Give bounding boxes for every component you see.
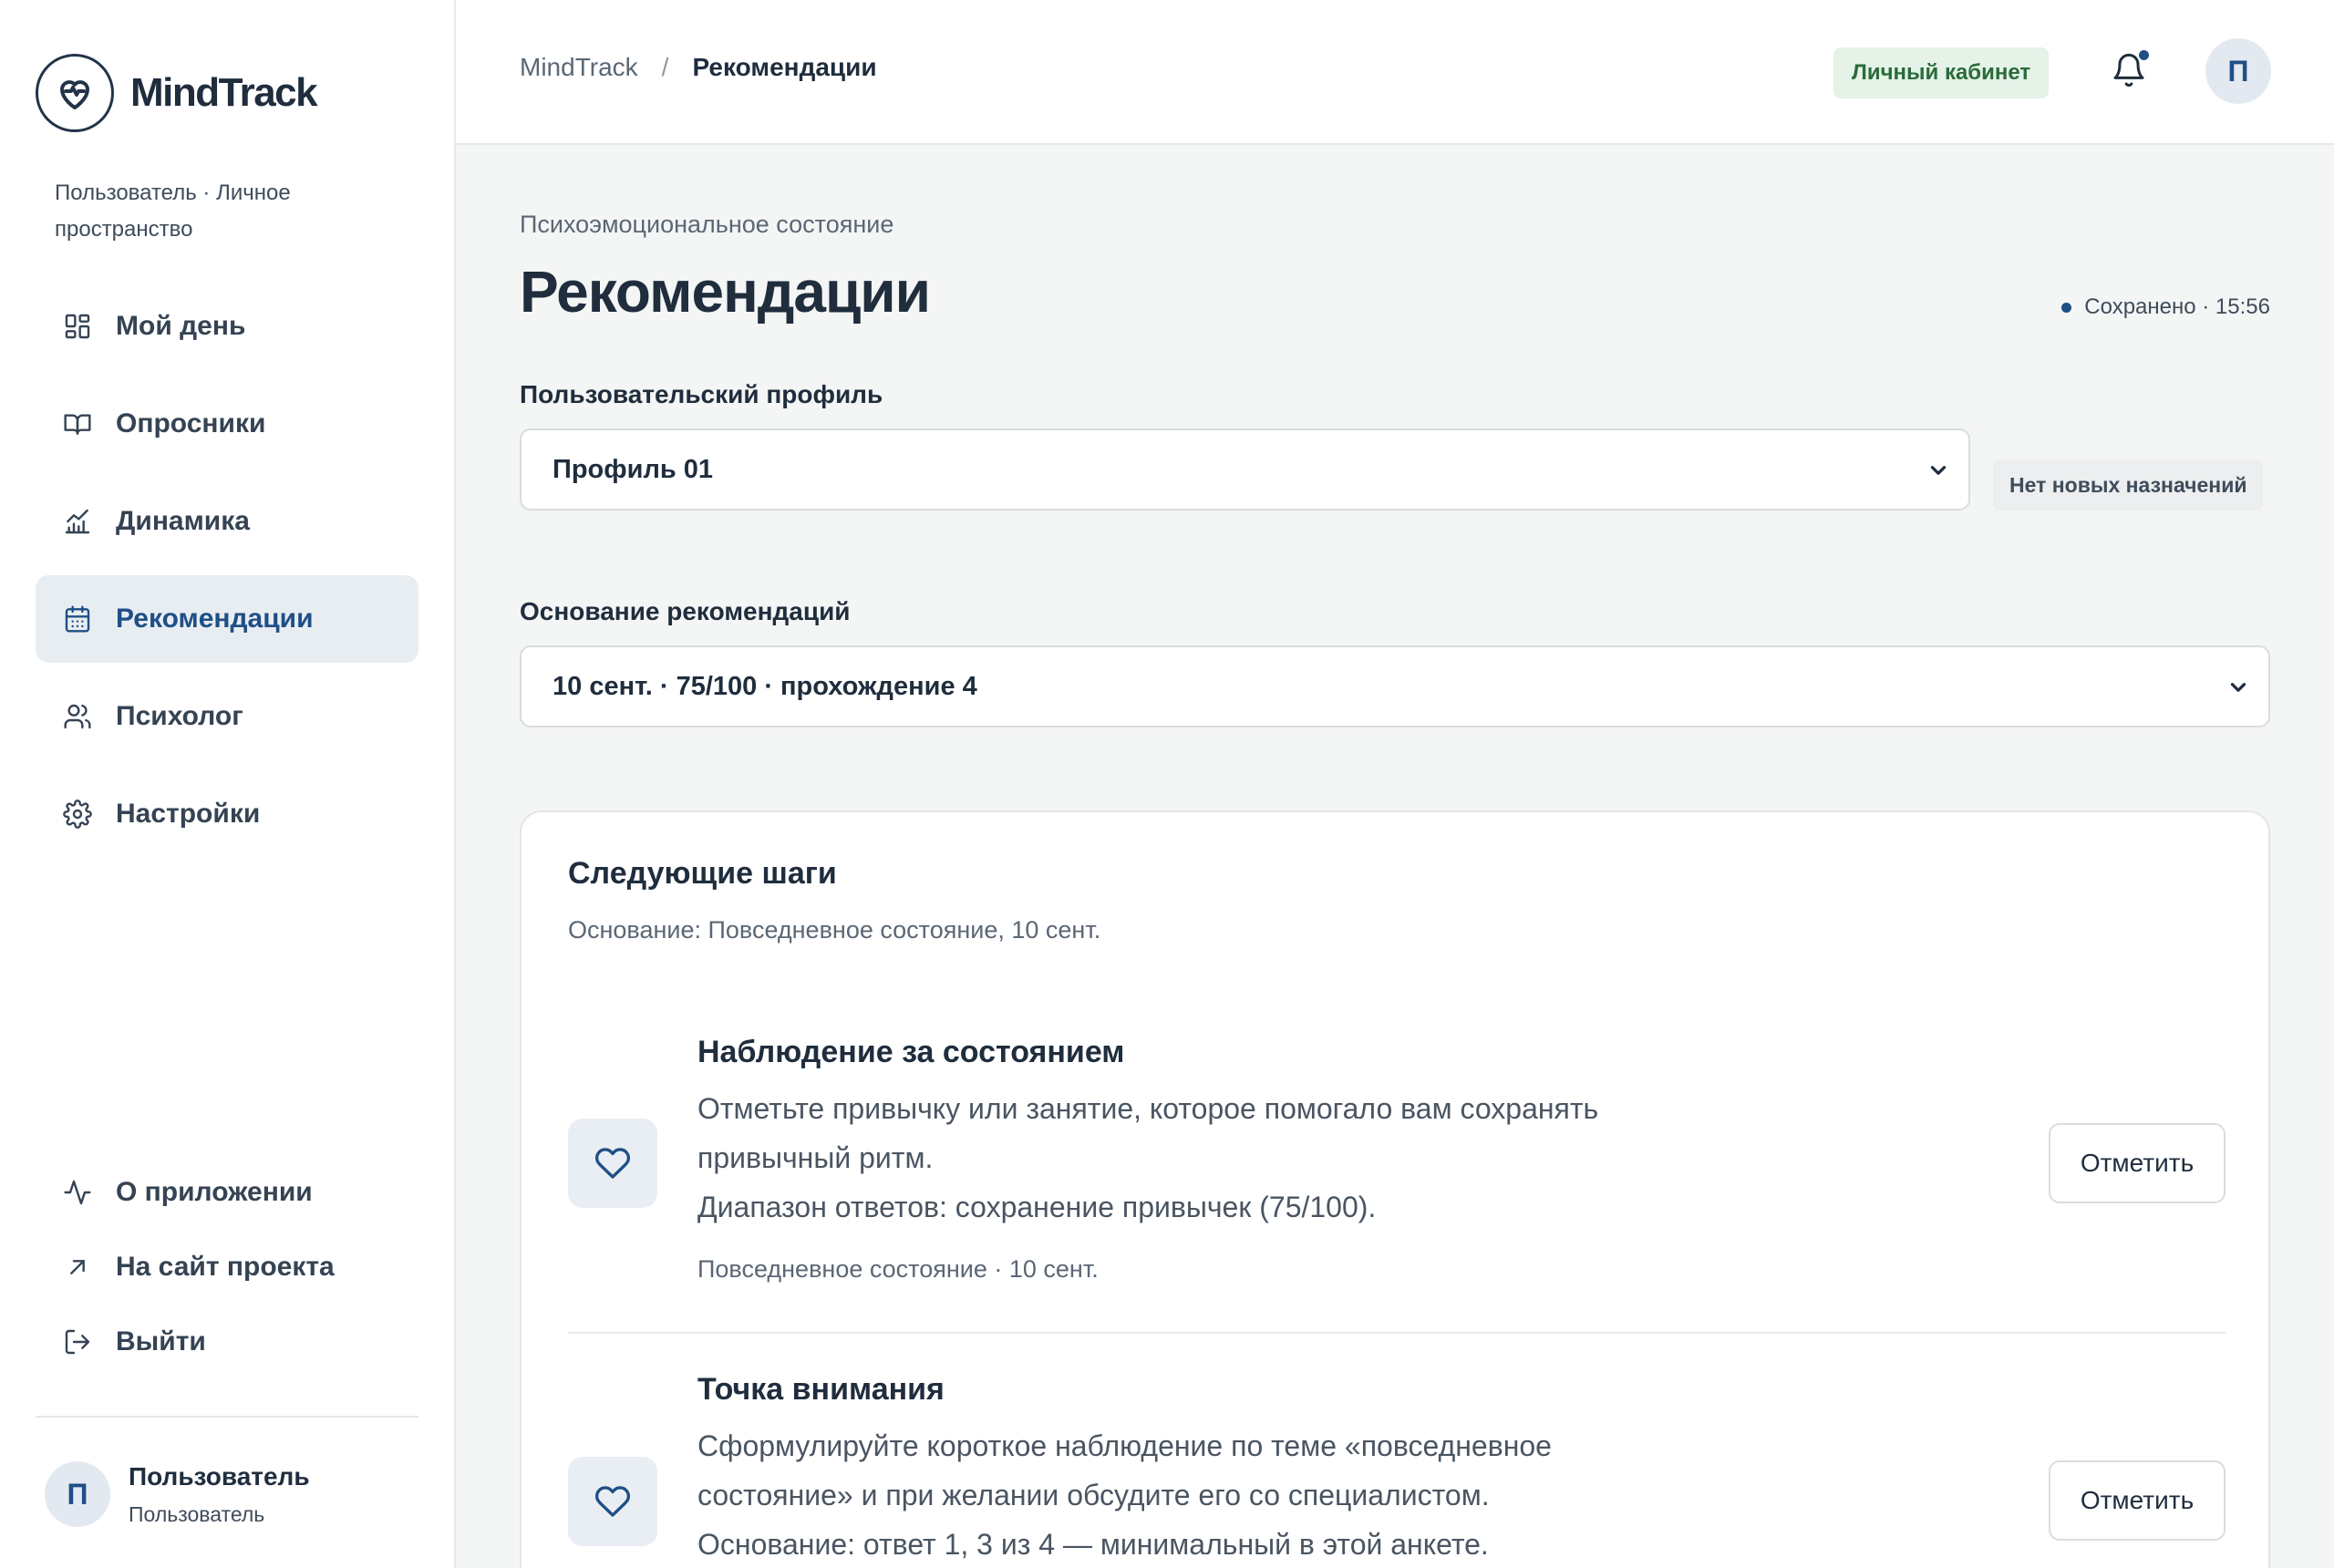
save-status: Сохранено · 15:56 <box>2061 294 2270 320</box>
divider <box>568 1332 2226 1334</box>
avatar[interactable]: П <box>2205 38 2271 104</box>
profile-select-value: Профиль 01 <box>553 454 714 484</box>
recommendation-title: Точка внимания <box>697 1372 945 1407</box>
recommendation-detail: Диапазон ответов: сохранение привычек (7… <box>697 1191 1377 1223</box>
user-role: Пользователь <box>129 1501 265 1526</box>
nav-item-label: Рекомендации <box>116 603 314 634</box>
nav-item-psychologist[interactable]: Психолог <box>36 673 418 760</box>
section-eyebrow: Психоэмоциональное состояние <box>520 211 894 238</box>
card-title: Следующие шаги <box>568 856 837 891</box>
nav-item-about[interactable]: О приложении <box>36 1160 418 1225</box>
chevron-down-icon <box>2230 683 2246 692</box>
nav-item-logout[interactable]: Выйти <box>36 1309 418 1375</box>
nav-item-label: Психолог <box>116 701 243 731</box>
nav-item-dynamics[interactable]: Динамика <box>36 478 418 565</box>
chart-icon <box>61 505 94 538</box>
nav-item-project-site[interactable]: На сайт проекта <box>36 1234 418 1300</box>
secondary-nav: О приложении На сайт проекта Выйти <box>36 1160 418 1384</box>
nav-item-questionnaires[interactable]: Опросники <box>36 380 418 468</box>
nav-item-label: Настройки <box>116 799 261 829</box>
breadcrumb-root[interactable]: MindTrack <box>520 53 638 82</box>
dashboard-icon <box>61 310 94 343</box>
basis-select-value: 10 сент. · 75/100 · прохождение 4 <box>553 671 977 701</box>
brand-name: MindTrack <box>130 70 318 115</box>
next-steps-card: Следующие шаги Основание: Повседневное с… <box>520 810 2270 1568</box>
user-card[interactable]: П Пользователь Пользователь <box>45 1461 310 1527</box>
logout-icon <box>61 1326 94 1358</box>
nav-item-settings[interactable]: Настройки <box>36 770 418 858</box>
nav-item-label: Динамика <box>116 506 250 536</box>
nav-item-label: Выйти <box>116 1326 206 1357</box>
heart-icon <box>568 1457 657 1546</box>
heart-icon <box>568 1119 657 1208</box>
recommendation-body: Отметьте привычку или занятие, которое п… <box>697 1092 1599 1174</box>
breadcrumb-separator: / <box>661 53 669 81</box>
recommendation-meta: Повседневное состояние · 10 сент. <box>697 1255 1099 1283</box>
workspace-caption: Пользователь · Личное пространство <box>55 181 291 242</box>
pulse-icon <box>61 1176 94 1209</box>
nav-item-my-day[interactable]: Мой день <box>36 283 418 370</box>
assignments-badge: Нет новых назначений <box>1993 459 2264 511</box>
main-nav: Мой день Опросники Динамика Рекомендации… <box>36 283 418 868</box>
card-subtitle: Основание: Повседневное состояние, 10 се… <box>568 916 1101 944</box>
nav-item-label: На сайт проекта <box>116 1252 335 1282</box>
nav-item-recommendations[interactable]: Рекомендации <box>36 575 418 663</box>
notifications-button[interactable] <box>2106 47 2152 93</box>
personal-cabinet-badge: Личный кабинет <box>1833 47 2050 98</box>
external-arrow-icon <box>61 1251 94 1284</box>
users-icon <box>61 700 94 733</box>
breadcrumb: MindTrack / Рекомендации <box>520 53 877 82</box>
sidebar: MindTrack Пользователь · Личное простран… <box>0 0 456 1568</box>
profile-label: Пользовательский профиль <box>520 380 883 408</box>
nav-item-label: О приложении <box>116 1177 313 1207</box>
sidebar-divider <box>36 1416 418 1418</box>
topbar: MindTrack / Рекомендации Личный кабинет … <box>456 0 2334 145</box>
mark-button[interactable]: Отметить <box>2049 1460 2226 1541</box>
profile-select[interactable]: Профиль 01 <box>520 428 1970 511</box>
nav-item-label: Опросники <box>116 408 266 438</box>
gear-icon <box>61 798 94 830</box>
recommendation-body: Сформулируйте короткое наблюдение по тем… <box>697 1429 1552 1511</box>
mark-button[interactable]: Отметить <box>2049 1123 2226 1203</box>
recommendation-detail: Основание: ответ 1, 3 из 4 — минимальный… <box>697 1528 1489 1561</box>
recommendation-title: Наблюдение за состоянием <box>697 1035 1125 1069</box>
brand-logo[interactable]: MindTrack <box>36 54 318 132</box>
breadcrumb-current: Рекомендации <box>692 53 877 81</box>
save-status-text: Сохранено · 15:56 <box>2084 294 2270 319</box>
nav-item-label: Мой день <box>116 311 246 341</box>
book-icon <box>61 407 94 440</box>
status-dot <box>2061 302 2072 313</box>
calendar-icon <box>61 603 94 635</box>
basis-label: Основание рекомендаций <box>520 597 851 625</box>
page-title: Рекомендации <box>520 259 931 325</box>
chevron-down-icon <box>1930 466 1947 475</box>
heart-pulse-icon <box>36 54 114 132</box>
user-name: Пользователь <box>129 1461 310 1491</box>
avatar: П <box>45 1461 110 1527</box>
basis-select[interactable]: 10 сент. · 75/100 · прохождение 4 <box>520 645 2270 727</box>
notification-dot <box>2139 50 2149 60</box>
